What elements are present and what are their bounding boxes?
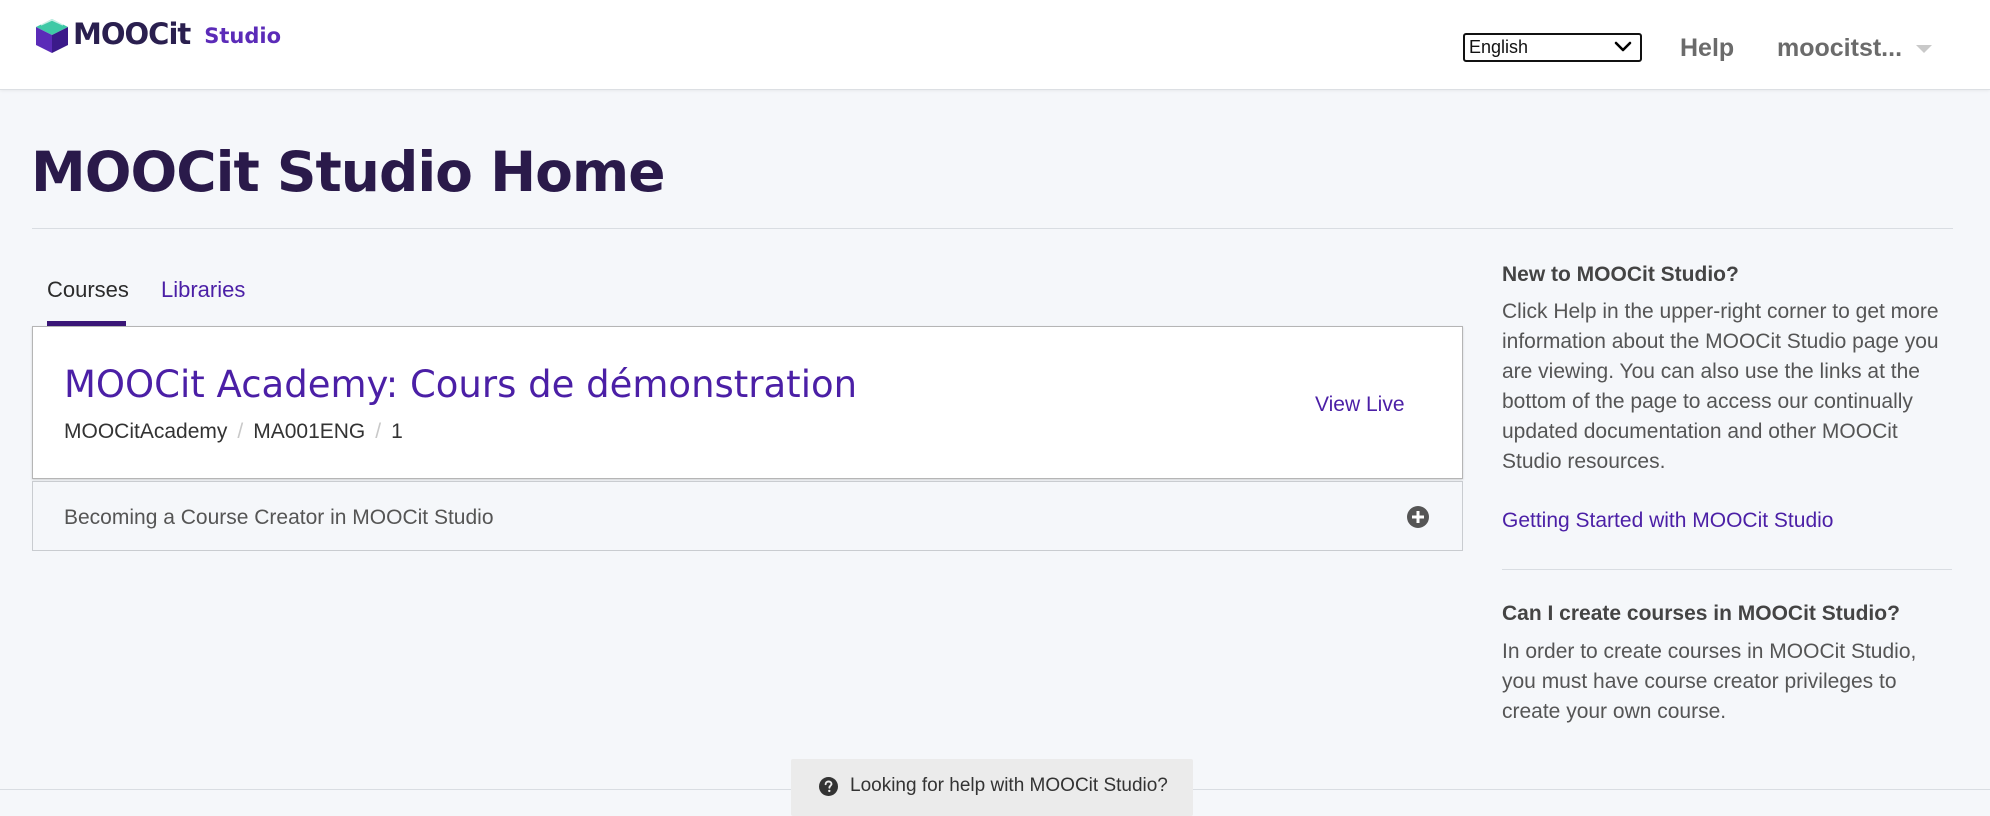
course-metadata: MOOCitAcademy / MA001ENG / 1: [64, 420, 403, 444]
sidebar-create-heading: Can I create courses in MOOCit Studio?: [1502, 602, 1900, 625]
meta-separator: /: [237, 420, 244, 443]
view-live-link[interactable]: View Live: [1315, 393, 1405, 417]
sidebar-new-heading: New to MOOCit Studio?: [1502, 263, 1739, 286]
logo-text: MOOCit: [73, 17, 191, 51]
question-circle-icon: [819, 777, 838, 796]
getting-started-link[interactable]: Getting Started with MOOCit Studio: [1502, 509, 1833, 533]
caret-down-icon[interactable]: [1916, 45, 1932, 53]
page-title: MOOCit Studio Home: [31, 140, 666, 204]
site-header: MOOCit Studio English Help moocitst...: [0, 0, 1990, 90]
course-org: MOOCitAcademy: [64, 420, 228, 443]
logo-subtext: Studio: [204, 23, 282, 48]
sidebar-create-text: In order to create courses in MOOCit Stu…: [1502, 640, 1917, 723]
course-run: 1: [391, 420, 403, 443]
sidebar-divider: [1502, 569, 1952, 570]
chevron-down-icon: [1614, 41, 1632, 52]
language-select[interactable]: English: [1463, 33, 1642, 62]
user-menu[interactable]: moocitst...: [1777, 34, 1902, 63]
tab-courses[interactable]: Courses: [47, 277, 129, 303]
plus-circle-icon[interactable]: [1406, 505, 1430, 529]
meta-separator: /: [375, 420, 382, 443]
language-selected-value: English: [1469, 37, 1529, 57]
course-list-item: MOOCit Academy: Cours de démonstration M…: [32, 326, 1463, 479]
course-number: MA001ENG: [253, 420, 366, 443]
sidebar-new-text: Click Help in the upper-right corner to …: [1502, 300, 1939, 473]
logo-cube-icon: [36, 19, 68, 53]
footer-help-toggle[interactable]: Looking for help with MOOCit Studio?: [791, 759, 1193, 816]
course-creator-label: Becoming a Course Creator in MOOCit Stud…: [64, 506, 494, 529]
help-link[interactable]: Help: [1680, 34, 1734, 63]
title-divider: [32, 228, 1953, 229]
course-title-link[interactable]: MOOCit Academy: Cours de démonstration: [64, 363, 857, 406]
footer-help-text: Looking for help with MOOCit Studio?: [850, 775, 1168, 796]
studio-logo[interactable]: MOOCit Studio: [32, 14, 281, 54]
course-creator-expander[interactable]: Becoming a Course Creator in MOOCit Stud…: [32, 481, 1463, 551]
tab-libraries[interactable]: Libraries: [161, 277, 245, 303]
